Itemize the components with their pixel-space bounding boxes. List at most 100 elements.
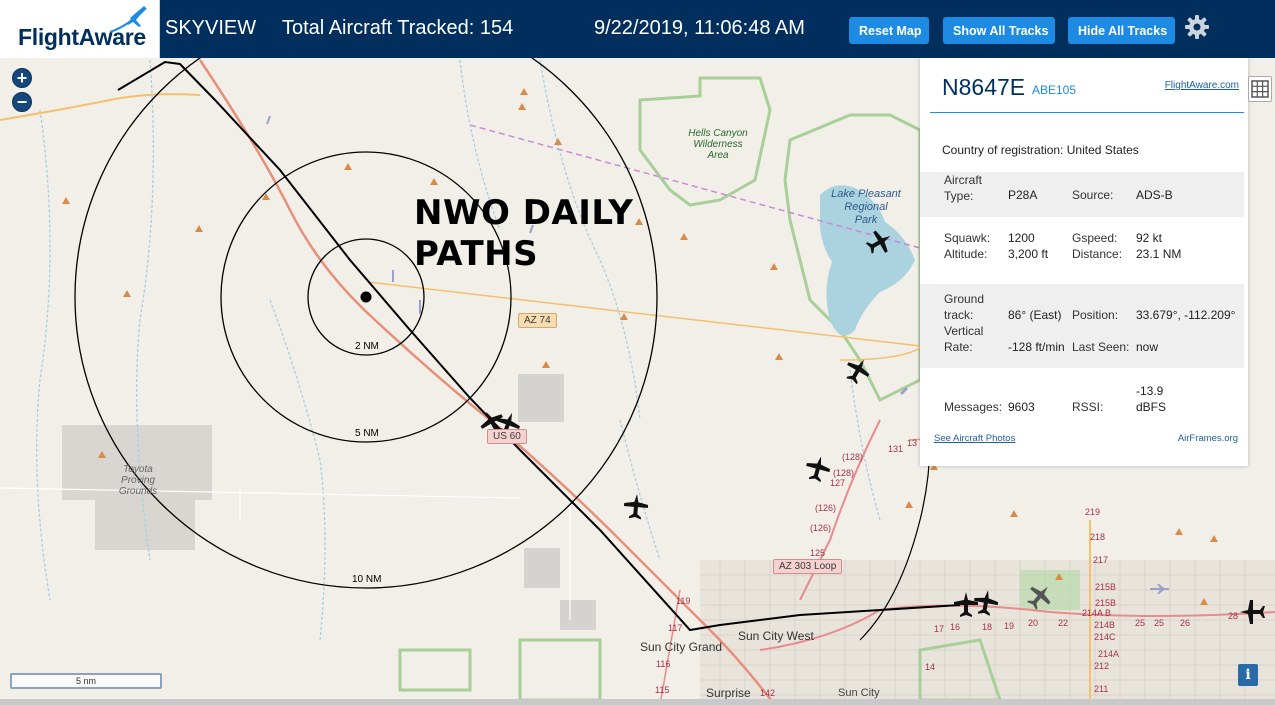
vertical-rate-value: -128 ft/min bbox=[1008, 340, 1065, 354]
lake-label-line: Regional bbox=[844, 201, 888, 213]
exit-label: 13 bbox=[907, 438, 918, 448]
country-value: United States bbox=[1066, 143, 1139, 157]
exit-label: 218 bbox=[1090, 532, 1106, 542]
place-label-line: Proving bbox=[121, 475, 155, 486]
exit-label: (126) bbox=[810, 523, 832, 533]
gspeed-label: Gspeed: bbox=[1072, 231, 1118, 245]
exit-label: 14 bbox=[925, 662, 936, 672]
exit-label: 215B bbox=[1095, 598, 1117, 608]
horizontal-scrollbar[interactable] bbox=[0, 699, 1275, 705]
panel-divider bbox=[930, 112, 1244, 113]
layers-grid-icon bbox=[1251, 80, 1269, 98]
zoom-out-button[interactable]: − bbox=[12, 92, 32, 112]
exit-label: (126) bbox=[815, 503, 837, 513]
exit-label: 17 bbox=[934, 624, 945, 634]
aircraft-callsign[interactable]: ABE105 bbox=[1032, 83, 1076, 97]
exit-label: 215B bbox=[1095, 582, 1117, 592]
road-badge-az74: AZ 74 bbox=[518, 313, 557, 328]
exit-label: 219 bbox=[1085, 507, 1101, 517]
exit-label: 217 bbox=[1093, 555, 1109, 565]
lake-label-line: Park bbox=[854, 214, 878, 226]
exit-label: 127 bbox=[830, 478, 846, 488]
range-ring-label: 2 NM bbox=[353, 341, 381, 352]
exit-label: 19 bbox=[1004, 621, 1015, 631]
vertical-rate-label: Vertical Rate: bbox=[944, 324, 984, 354]
position-value: 33.679°, -112.209° bbox=[1136, 308, 1236, 322]
exit-label: 212 bbox=[1094, 661, 1110, 671]
exit-label: 214B bbox=[1094, 620, 1116, 630]
exit-label: 28 bbox=[1228, 611, 1239, 621]
park-label-line: Wilderness bbox=[693, 139, 743, 150]
overlay-title-line: PATHS bbox=[414, 234, 539, 274]
distance-label: Distance: bbox=[1072, 247, 1123, 261]
messages-value: 9603 bbox=[1008, 400, 1035, 414]
messages-label: Messages: bbox=[944, 400, 1003, 414]
place-label-sun-city: Sun City bbox=[838, 687, 880, 699]
airframes-link[interactable]: AirFrames.org bbox=[1178, 433, 1238, 444]
flightaware-logo[interactable]: FlightAware bbox=[0, 0, 160, 58]
range-ring-label: 10 NM bbox=[350, 574, 384, 585]
exit-label: 214A B bbox=[1082, 608, 1112, 618]
position-label: Position: bbox=[1072, 308, 1119, 322]
aircraft-info-panel: N8647E ABE105 FlightAware.com Country of… bbox=[920, 58, 1248, 466]
aircraft-ident: N8647E bbox=[942, 74, 1026, 100]
last-seen-label: Last Seen: bbox=[1072, 340, 1130, 354]
exit-label: (128) bbox=[842, 452, 864, 462]
reset-map-button[interactable]: Reset Map bbox=[849, 17, 929, 44]
exit-label: 119 bbox=[676, 596, 691, 606]
exit-label: 18 bbox=[982, 622, 993, 632]
gear-icon[interactable] bbox=[1184, 14, 1210, 40]
place-label-toyota: Toyota Proving Grounds bbox=[110, 464, 166, 497]
distance-value: 23.1 NM bbox=[1136, 247, 1182, 261]
exit-label: 25 bbox=[1154, 618, 1165, 628]
park-label-hells-canyon: Hells Canyon Wilderness Area bbox=[688, 128, 748, 161]
road-badge-az303: AZ 303 Loop bbox=[773, 559, 843, 574]
map-scale-bar: 5 nm bbox=[10, 673, 162, 689]
exit-label: 117 bbox=[668, 623, 683, 633]
aircraft-type-value: P28A bbox=[1008, 188, 1038, 202]
layers-toggle-button[interactable] bbox=[1248, 76, 1272, 102]
logo-text: FlightAware bbox=[18, 24, 146, 50]
exit-label: 142 bbox=[760, 688, 776, 698]
info-button[interactable]: i bbox=[1238, 664, 1258, 686]
ground-track-label: Ground track: bbox=[944, 292, 985, 322]
squawk-value: 1200 bbox=[1008, 231, 1035, 245]
exit-label: 16 bbox=[950, 622, 961, 632]
zoom-in-button[interactable]: + bbox=[12, 68, 32, 88]
exit-label: 214A bbox=[1098, 649, 1120, 659]
road-badge-us60: US 60 bbox=[487, 429, 527, 444]
exit-label: 125 bbox=[810, 548, 826, 558]
lake-label-line: Lake Pleasant bbox=[831, 188, 901, 200]
top-header: FlightAware SKYVIEW Total Aircraft Track… bbox=[0, 0, 1275, 58]
aircraft-tracked-count: Total Aircraft Tracked: 154 bbox=[282, 17, 514, 39]
current-datetime: 9/22/2019, 11:06:48 AM bbox=[594, 17, 805, 39]
flightaware-link[interactable]: FlightAware.com bbox=[1165, 80, 1239, 91]
country-label: Country of registration: bbox=[942, 143, 1064, 157]
place-label-sun-city-west: Sun City West bbox=[738, 629, 814, 643]
squawk-band: Squawk: 1200 Gspeed: 92 kt Altitude: 3,2… bbox=[920, 230, 1244, 270]
exit-label: 214C bbox=[1094, 632, 1116, 642]
park-label-line: Hells Canyon bbox=[688, 128, 748, 139]
squawk-label: Squawk: bbox=[944, 231, 991, 245]
ground-track-value: 86° (East) bbox=[1008, 308, 1062, 322]
aircraft-type-band: Aircraft Type: P28A Source: ADS-B bbox=[920, 172, 1244, 217]
overlay-title-line: NWO DAILY bbox=[414, 193, 634, 233]
exit-label: 20 bbox=[1028, 618, 1039, 628]
hide-all-tracks-button[interactable]: Hide All Tracks bbox=[1068, 17, 1175, 44]
exit-label: (128) bbox=[833, 468, 855, 478]
source-value: ADS-B bbox=[1136, 188, 1173, 202]
messages-band: Messages: 9603 RSSI: -13.9 dBFS bbox=[920, 382, 1244, 422]
last-seen-value: now bbox=[1136, 340, 1159, 354]
exit-label: 22 bbox=[1058, 618, 1069, 628]
place-label-line: Grounds bbox=[118, 486, 158, 497]
rssi-label: RSSI: bbox=[1072, 400, 1104, 414]
exit-label: 25 bbox=[1135, 618, 1146, 628]
place-label-sun-city-grand: Sun City Grand bbox=[640, 640, 723, 654]
exit-label: 116 bbox=[656, 659, 671, 669]
place-label-surprise: Surprise bbox=[706, 686, 751, 700]
ground-track-band: Ground track: 86° (East) Position: 33.67… bbox=[920, 284, 1244, 368]
place-label-line: Toyota bbox=[123, 464, 153, 475]
exit-label: 115 bbox=[655, 685, 670, 695]
show-all-tracks-button[interactable]: Show All Tracks bbox=[943, 17, 1055, 44]
see-aircraft-photos-link[interactable]: See Aircraft Photos bbox=[934, 433, 1015, 444]
